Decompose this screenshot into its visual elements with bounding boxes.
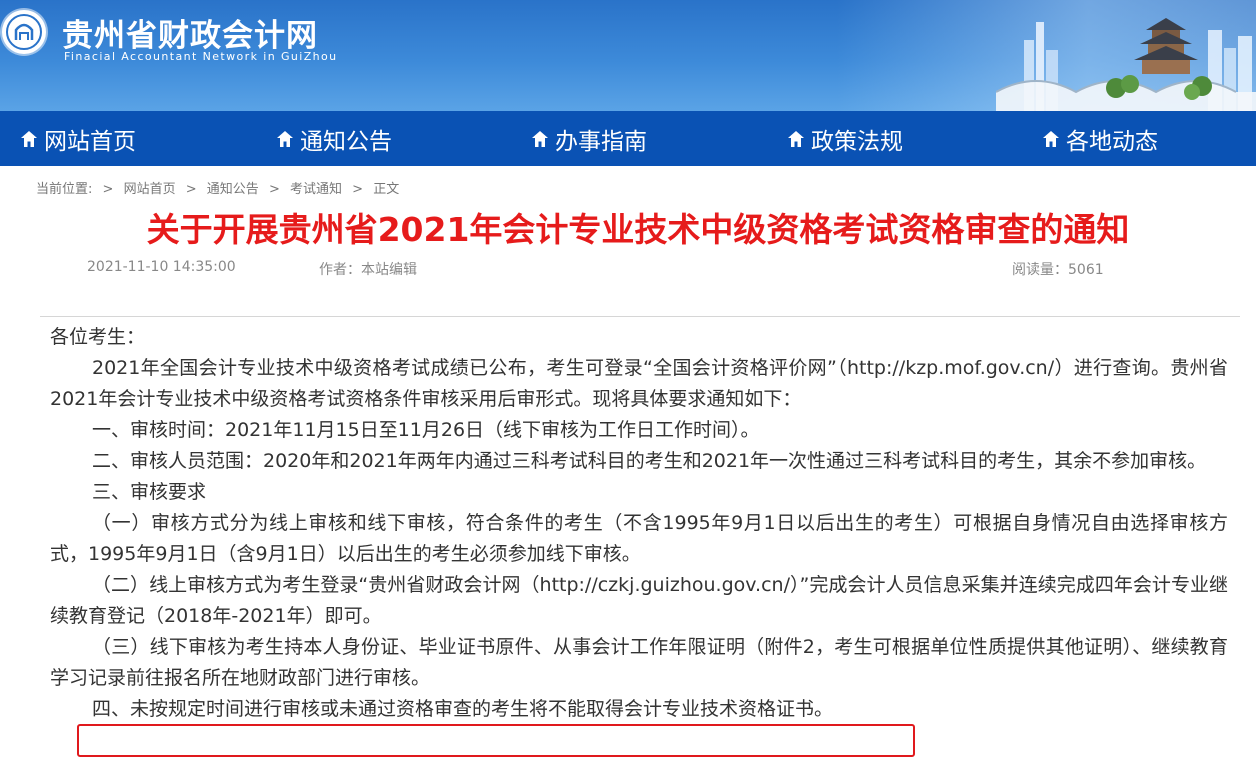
breadcrumb-current: 正文	[373, 182, 400, 197]
divider	[40, 316, 1240, 317]
article-title: 关于开展贵州省2021年会计专业技术中级资格考试资格审查的通知	[146, 210, 1130, 249]
article-paragraph: 三、审核要求	[92, 481, 207, 503]
nav-item-notices[interactable]: 通知公告	[276, 111, 392, 166]
home-icon	[21, 130, 37, 147]
article-paragraph: 二、审核人员范围：2020年和2021年两年内通过三科考试科目的考生和2021年…	[92, 450, 1207, 472]
nav-item-label: 政策法规	[811, 128, 903, 155]
article-paragraph: 一、审核时间：2021年11月15日至11月26日（线下审核为工作日工作时间）。	[92, 419, 760, 441]
breadcrumb-link-home[interactable]: 网站首页	[124, 182, 176, 197]
home-icon	[788, 130, 804, 147]
nav-item-guide[interactable]: 办事指南	[531, 111, 647, 166]
nav-item-home[interactable]: 网站首页	[20, 111, 136, 166]
breadcrumb: 当前位置: > 网站首页 > 通知公告 > 考试通知 > 正文	[36, 178, 399, 197]
nav-item-label: 通知公告	[300, 128, 392, 155]
nav-item-label: 办事指南	[555, 128, 647, 155]
article-paragraph: （二）线上审核方式为考生登录“贵州省财政会计网（http://czkj.guiz…	[50, 574, 1228, 627]
breadcrumb-separator: >	[102, 182, 114, 197]
article-view-count: 阅读量：5061	[1012, 262, 1104, 278]
logo-emblem-icon	[6, 14, 42, 50]
breadcrumb-separator: >	[185, 182, 197, 197]
article-body: 各位考生： 2021年全国会计专业技术中级资格考试成绩已公布，考生可登录“全国会…	[50, 322, 1228, 725]
article-paragraph-highlighted: 四、未按规定时间进行审核或未通过资格审查的考生将不能取得会计专业技术资格证书。	[92, 698, 834, 720]
home-icon	[532, 130, 548, 147]
article-paragraph: （三）线下审核为考生持本人身份证、毕业证书原件、从事会计工作年限证明（附件2，考…	[50, 636, 1228, 689]
home-icon	[277, 130, 293, 147]
nav-item-local-news[interactable]: 各地动态	[1042, 111, 1158, 166]
article-paragraph: （一）审核方式分为线上审核和线下审核，符合条件的考生（不含1995年9月1日以后…	[50, 512, 1228, 565]
site-title[interactable]: 贵州省财政会计网	[62, 10, 318, 55]
breadcrumb-link-notices[interactable]: 通知公告	[207, 182, 259, 197]
article-author: 作者：本站编辑	[319, 262, 417, 278]
highlight-box	[77, 724, 915, 757]
breadcrumb-prefix: 当前位置:	[36, 182, 93, 197]
nav-item-label: 网站首页	[44, 128, 136, 155]
main-nav: 网站首页 通知公告 办事指南 政策法规 各地动态	[0, 111, 1256, 166]
article-datetime: 2021-11-10 14:35:00	[87, 259, 236, 275]
nav-item-label: 各地动态	[1066, 128, 1158, 155]
home-icon	[1043, 130, 1059, 147]
site-subtitle: Finacial Accountant Network in GuiZhou	[64, 50, 338, 63]
header-banner: 贵州省财政会计网 Finacial Accountant Network in …	[0, 0, 1256, 111]
breadcrumb-link-exam-notices[interactable]: 考试通知	[290, 182, 342, 197]
city-skyline-illustration	[996, 18, 1256, 111]
nav-item-policy[interactable]: 政策法规	[787, 111, 903, 166]
breadcrumb-separator: >	[268, 182, 280, 197]
article-paragraph: 各位考生：	[50, 326, 146, 348]
site-logo[interactable]	[2, 10, 46, 54]
article-paragraph: 2021年全国会计专业技术中级资格考试成绩已公布，考生可登录“全国会计资格评价网…	[50, 357, 1228, 410]
breadcrumb-separator: >	[352, 182, 364, 197]
